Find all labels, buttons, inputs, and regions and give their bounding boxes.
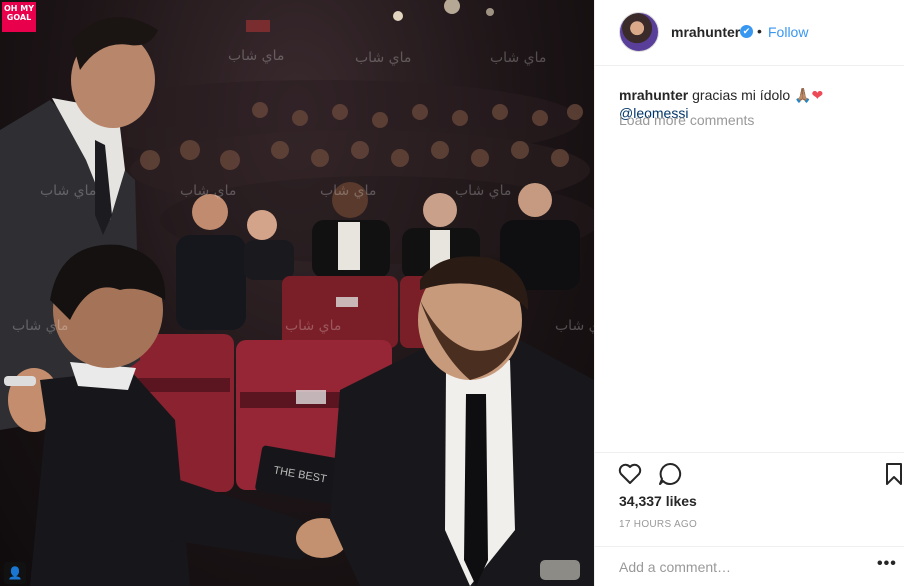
watermark-6: ماي شاب xyxy=(320,183,376,199)
bookmark-icon[interactable] xyxy=(881,461,904,487)
watermark-7: ماي شاب xyxy=(455,183,511,199)
likes-count[interactable]: 34,337 likes xyxy=(619,493,697,509)
post-side-panel: mrahunter ✔ • Follow mrahunter gracias m… xyxy=(594,0,904,586)
watermark-10: ماي شاب xyxy=(555,318,594,334)
caption-text: gracias mi ídolo xyxy=(692,87,791,103)
follow-button[interactable]: Follow xyxy=(768,24,808,40)
post-actions-bar xyxy=(595,452,904,492)
tagged-user-icon[interactable]: 👤 xyxy=(4,562,26,584)
header-separator: • xyxy=(757,23,762,39)
comment-input[interactable] xyxy=(619,559,859,575)
caption-username[interactable]: mrahunter xyxy=(619,87,688,103)
red-heart-icon: ❤ xyxy=(811,87,824,103)
post-timestamp[interactable]: 17 HOURS AGO xyxy=(619,519,697,530)
watermark-3: ماي شاب xyxy=(490,50,546,66)
photo-scene: THE BEST ماي شاب ماي شاب ماي شاب ماي شاب… xyxy=(0,0,594,586)
folded-hands-icon: 🙏🏽 xyxy=(794,87,812,103)
watermark-1: ماي شاب xyxy=(228,48,284,64)
watermark-2: ماي شاب xyxy=(355,50,411,66)
post-header: mrahunter ✔ • Follow xyxy=(595,0,904,66)
speech-bubble-icon[interactable] xyxy=(657,461,683,487)
load-more-comments-button[interactable]: Load more comments xyxy=(619,112,754,128)
avatar[interactable] xyxy=(619,12,659,52)
header-username[interactable]: mrahunter xyxy=(671,24,740,40)
watermark-4: ماي شاب xyxy=(40,183,96,199)
watermark-8: ماي شاب xyxy=(12,318,68,334)
watermark-5: ماي شاب xyxy=(180,183,236,199)
comment-box: ••• xyxy=(595,546,904,586)
post-photo[interactable]: THE BEST ماي شاب ماي شاب ماي شاب ماي شاب… xyxy=(0,0,594,586)
watermark-9: ماي شاب xyxy=(285,318,341,334)
verified-badge-icon: ✔ xyxy=(740,25,753,38)
oh-my-goal-logo: OH MY GOAL xyxy=(2,2,36,32)
heart-outline-icon[interactable] xyxy=(617,461,643,487)
more-options-button[interactable]: ••• xyxy=(877,555,897,573)
